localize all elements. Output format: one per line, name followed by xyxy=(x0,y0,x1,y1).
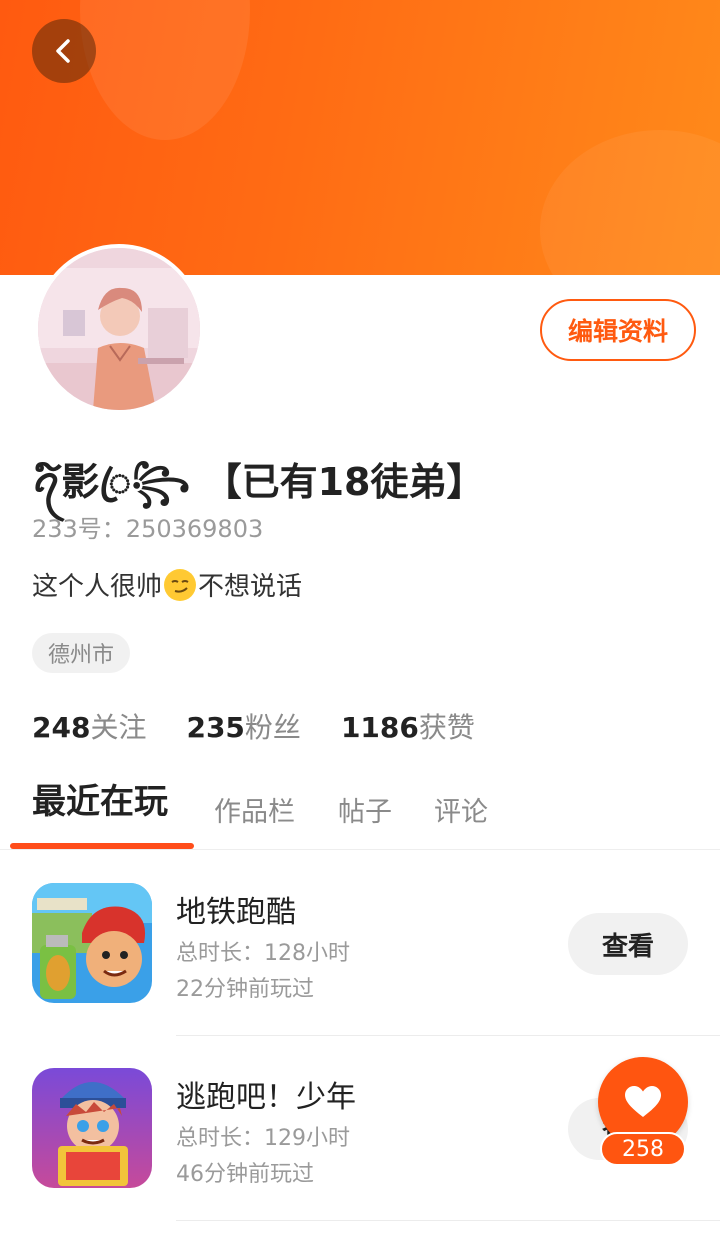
edit-profile-button[interactable]: 编辑资料 xyxy=(540,299,696,361)
list-divider xyxy=(176,1220,720,1221)
game-title: 地铁跑酷 xyxy=(176,895,296,930)
run-kid-game-icon xyxy=(32,1068,152,1188)
smirk-emoji-icon xyxy=(164,568,197,601)
stat-number: 1186 xyxy=(340,711,419,744)
game-list-item[interactable]: 地铁跑酷 总时长：128小时 22分钟前玩过 查看 xyxy=(0,883,720,1068)
heart-icon xyxy=(625,1086,661,1117)
chevron-left-icon xyxy=(56,39,70,63)
like-count: 258 xyxy=(600,1132,686,1166)
tab-recently-played[interactable]: 最近在玩 xyxy=(32,774,168,823)
profile-banner xyxy=(0,0,720,275)
active-tab-indicator xyxy=(10,843,194,849)
bio: 这个人很帅 不想说话 xyxy=(32,566,302,603)
stat-number: 248 xyxy=(32,711,91,744)
banner-decoration xyxy=(540,130,720,275)
view-game-button[interactable]: 查看 xyxy=(568,913,688,975)
avatar-image xyxy=(38,248,200,410)
stat-label: 粉丝 xyxy=(244,711,301,744)
user-id: 233号：250369803 xyxy=(32,515,264,543)
bio-text-end: 不想说话 xyxy=(198,572,303,602)
stat-followers[interactable]: 235粉丝 xyxy=(186,706,300,746)
stat-likes[interactable]: 1186获赞 xyxy=(341,706,475,746)
avatar[interactable] xyxy=(34,244,204,414)
back-button[interactable] xyxy=(32,19,96,83)
stat-following[interactable]: 248关注 xyxy=(32,706,146,746)
tab-posts[interactable]: 帖子 xyxy=(338,790,392,829)
profile-tabs: 最近在玩 作品栏 帖子 评论 xyxy=(0,780,720,850)
banner-decoration xyxy=(80,0,250,140)
location-tag: 德州市 xyxy=(32,633,131,673)
stat-number: 235 xyxy=(186,711,245,744)
stats-row: 248关注 235粉丝 1186获赞 xyxy=(32,706,515,746)
stat-label: 关注 xyxy=(90,711,147,744)
game-duration: 总时长：129小时 xyxy=(176,1126,350,1151)
subway-surfers-game-icon xyxy=(32,883,152,1003)
game-duration: 总时长：128小时 xyxy=(176,941,350,966)
bio-text-start: 这个人很帅 xyxy=(32,572,163,602)
tab-comments[interactable]: 评论 xyxy=(434,790,488,829)
list-divider xyxy=(176,1035,720,1036)
tab-works[interactable]: 作品栏 xyxy=(214,790,295,829)
stat-label: 获赞 xyxy=(418,711,475,744)
game-title: 逃跑吧！少年 xyxy=(176,1080,356,1115)
game-last-played: 46分钟前玩过 xyxy=(176,1162,314,1187)
game-last-played: 22分钟前玩过 xyxy=(176,977,314,1002)
